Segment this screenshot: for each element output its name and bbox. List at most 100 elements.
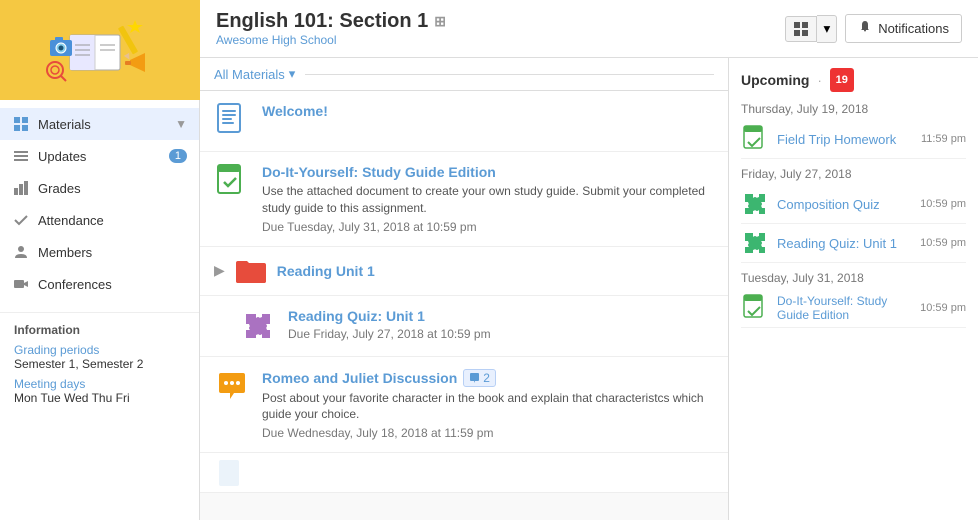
grading-periods-label[interactable]: Grading periods xyxy=(14,343,185,357)
material-item-reading-unit: ▶ Reading Unit 1 xyxy=(200,247,728,296)
upcoming-panel: Upcoming · 19 Thursday, July 19, 2018 Fi… xyxy=(728,58,978,520)
calendar-icon[interactable]: 19 xyxy=(830,68,854,92)
materials-panel: All Materials ▾ Welcome! xyxy=(200,58,728,520)
content-area: All Materials ▾ Welcome! xyxy=(200,58,978,520)
members-label: Members xyxy=(38,245,187,260)
upcoming-date-1: Thursday, July 19, 2018 xyxy=(741,102,966,116)
upcoming-assignment-icon-1 xyxy=(741,125,769,153)
all-materials-chevron: ▾ xyxy=(289,66,296,82)
main-content: English 101: Section 1 ⊞ Awesome High Sc… xyxy=(200,0,978,520)
materials-label: Materials xyxy=(38,117,167,132)
upcoming-item-study-guide: Do-It-Yourself: Study Guide Edition 10:5… xyxy=(741,289,966,328)
header-left: English 101: Section 1 ⊞ Awesome High Sc… xyxy=(216,10,446,47)
video-icon xyxy=(12,275,30,293)
material-item-romeo-juliet: Romeo and Juliet Discussion 2 Post about… xyxy=(200,357,728,454)
study-guide-upcoming-time: 10:59 pm xyxy=(920,302,966,314)
reading-quiz-due: Due Friday, July 27, 2018 at 10:59 pm xyxy=(288,327,714,341)
quiz-icon xyxy=(240,308,276,344)
sidebar-item-grades[interactable]: Grades xyxy=(0,172,199,204)
chart-icon xyxy=(12,179,30,197)
upcoming-item-reading-quiz: Reading Quiz: Unit 1 10:59 pm xyxy=(741,224,966,263)
upcoming-header: Upcoming · 19 xyxy=(741,68,966,92)
header: English 101: Section 1 ⊞ Awesome High Sc… xyxy=(200,0,978,58)
course-title-text: English 101: Section 1 xyxy=(216,10,428,33)
comment-icon xyxy=(469,373,480,383)
attendance-label: Attendance xyxy=(38,213,187,228)
grid-icon xyxy=(12,115,30,133)
study-guide-desc: Use the attached document to create your… xyxy=(262,183,714,217)
grid-view-icon xyxy=(794,22,808,36)
sidebar-info: Information Grading periods Semester 1, … xyxy=(0,312,199,419)
grading-periods-value: Semester 1, Semester 2 xyxy=(14,357,185,371)
info-title: Information xyxy=(14,323,185,337)
upcoming-title: Upcoming xyxy=(741,72,809,88)
upcoming-date-3: Tuesday, July 31, 2018 xyxy=(741,271,966,285)
header-right: ▾ Notifications xyxy=(785,14,962,43)
welcome-content: Welcome! xyxy=(262,103,714,119)
romeo-juliet-content: Romeo and Juliet Discussion 2 Post about… xyxy=(262,369,714,441)
sidebar-item-conferences[interactable]: Conferences xyxy=(0,268,199,300)
upcoming-item-composition-quiz: Composition Quiz 10:59 pm xyxy=(741,185,966,224)
person-icon xyxy=(12,243,30,261)
updates-badge: 1 xyxy=(169,149,187,163)
school-name[interactable]: Awesome High School xyxy=(216,33,446,47)
study-guide-title[interactable]: Do-It-Yourself: Study Guide Edition xyxy=(262,164,714,180)
sidebar: Materials ▼ Updates 1 Grades Attendance xyxy=(0,0,200,520)
course-settings-icon[interactable]: ⊞ xyxy=(434,13,446,30)
field-trip-time: 11:59 pm xyxy=(921,133,966,145)
romeo-juliet-due: Due Wednesday, July 18, 2018 at 11:59 pm xyxy=(262,426,714,440)
sidebar-item-members[interactable]: Members xyxy=(0,236,199,268)
notifications-label: Notifications xyxy=(878,21,949,36)
materials-arrow: ▼ xyxy=(175,117,187,131)
reading-quiz-upcoming-time: 10:59 pm xyxy=(920,237,966,249)
reading-quiz-content: Reading Quiz: Unit 1 Due Friday, July 27… xyxy=(288,308,714,341)
notifications-button[interactable]: Notifications xyxy=(845,14,962,43)
field-trip-title[interactable]: Field Trip Homework xyxy=(777,132,913,147)
material-item-reading-quiz: Reading Quiz: Unit 1 Due Friday, July 27… xyxy=(200,296,728,357)
next-item-icon xyxy=(214,455,250,491)
upcoming-quiz-icon-1 xyxy=(741,190,769,218)
sidebar-item-materials[interactable]: Materials ▼ xyxy=(0,108,199,140)
material-item-welcome: Welcome! xyxy=(200,91,728,152)
study-guide-content: Do-It-Yourself: Study Guide Edition Use … xyxy=(262,164,714,234)
upcoming-date-2: Friday, July 27, 2018 xyxy=(741,167,966,181)
document-icon xyxy=(214,103,250,139)
romeo-juliet-desc: Post about your favorite character in th… xyxy=(262,390,714,424)
reading-quiz-title[interactable]: Reading Quiz: Unit 1 xyxy=(288,308,714,324)
welcome-title[interactable]: Welcome! xyxy=(262,103,714,119)
romeo-juliet-title[interactable]: Romeo and Juliet Discussion xyxy=(262,370,457,386)
reading-unit-title[interactable]: Reading Unit 1 xyxy=(277,263,375,279)
list-icon xyxy=(12,147,30,165)
upcoming-item-field-trip: Field Trip Homework 11:59 pm xyxy=(741,120,966,159)
comment-count: 2 xyxy=(483,371,490,385)
course-title: English 101: Section 1 ⊞ xyxy=(216,10,446,33)
composition-quiz-time: 10:59 pm xyxy=(920,198,966,210)
study-guide-upcoming-title[interactable]: Do-It-Yourself: Study Guide Edition xyxy=(777,294,912,322)
upcoming-assignment-icon-2 xyxy=(741,294,769,322)
reading-quiz-upcoming-title[interactable]: Reading Quiz: Unit 1 xyxy=(777,236,912,251)
folder-expand-arrow[interactable]: ▶ xyxy=(214,262,225,279)
discussion-icon xyxy=(214,369,250,405)
conferences-label: Conferences xyxy=(38,277,187,292)
check-icon xyxy=(12,211,30,229)
sidebar-item-updates[interactable]: Updates 1 xyxy=(0,140,199,172)
sidebar-item-attendance[interactable]: Attendance xyxy=(0,204,199,236)
comment-badge[interactable]: 2 xyxy=(463,369,496,387)
bell-icon xyxy=(858,20,872,37)
all-materials-link[interactable]: All Materials ▾ xyxy=(214,66,295,82)
grid-view-caret-button[interactable]: ▾ xyxy=(817,15,837,43)
updates-label: Updates xyxy=(38,149,161,164)
material-item-study-guide: Do-It-Yourself: Study Guide Edition Use … xyxy=(200,152,728,247)
upcoming-quiz-icon-2 xyxy=(741,229,769,257)
study-guide-due: Due Tuesday, July 31, 2018 at 10:59 pm xyxy=(262,220,714,234)
calendar-day: 19 xyxy=(836,74,848,86)
grades-label: Grades xyxy=(38,181,187,196)
meeting-days-value: Mon Tue Wed Thu Fri xyxy=(14,391,185,405)
assignment-icon xyxy=(214,164,250,200)
sidebar-banner xyxy=(0,0,200,100)
composition-quiz-title[interactable]: Composition Quiz xyxy=(777,197,912,212)
grid-view-button[interactable] xyxy=(785,16,817,42)
meeting-days-label[interactable]: Meeting days xyxy=(14,377,185,391)
materials-header: All Materials ▾ xyxy=(200,58,728,91)
all-materials-label: All Materials xyxy=(214,67,285,82)
